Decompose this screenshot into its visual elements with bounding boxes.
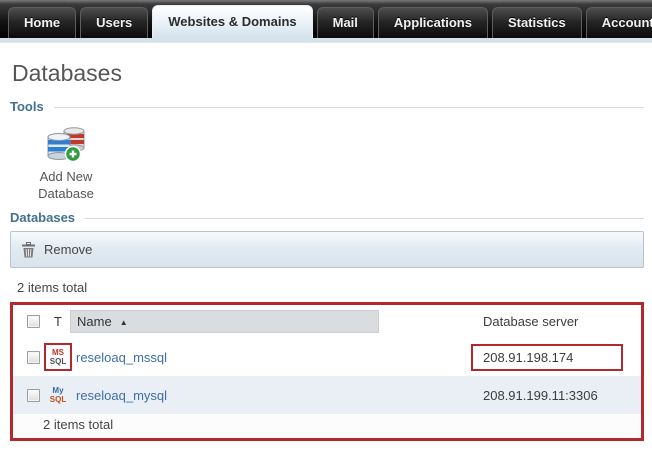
content-area: Databases Tools Add New Database Databas… xyxy=(0,60,652,441)
server-address: 208.91.198.174 xyxy=(483,349,574,365)
annotation-box-mssql-icon: MS SQL xyxy=(43,343,73,371)
page-title: Databases xyxy=(12,60,122,86)
row-checkbox[interactable] xyxy=(27,350,40,364)
add-database-icon xyxy=(47,127,85,163)
table-header-row: T Name ▲ Database server xyxy=(13,305,641,338)
select-all-checkbox[interactable] xyxy=(27,315,40,328)
trash-icon xyxy=(22,241,35,257)
annotation-box-table: T Name ▲ Database server MS SQL reseloaq… xyxy=(10,302,644,441)
tab-account[interactable]: Account xyxy=(585,7,652,38)
nav-bottom-strip xyxy=(0,38,652,43)
tools-section-header: Tools xyxy=(10,99,644,114)
column-header-type[interactable]: T xyxy=(43,314,73,329)
table-row: My SQL reseloaq_mysql 208.91.199.11:3306 xyxy=(13,376,641,414)
databases-section-label: Databases xyxy=(10,210,76,225)
add-database-label-line1: Add New xyxy=(39,169,93,184)
tab-websites-domains[interactable]: Websites & Domains xyxy=(152,5,313,38)
section-divider xyxy=(85,218,644,219)
tab-statistics[interactable]: Statistics xyxy=(491,7,582,38)
row-checkbox[interactable] xyxy=(27,388,40,402)
tab-mail[interactable]: Mail xyxy=(316,7,374,38)
mssql-icon: MS SQL xyxy=(49,348,67,366)
add-database-label-line2: Database xyxy=(38,186,94,201)
mysql-icon: My SQL xyxy=(49,386,67,404)
tab-home[interactable]: Home xyxy=(8,7,77,38)
remove-button[interactable]: Remove xyxy=(21,241,93,258)
column-header-name[interactable]: Name ▲ xyxy=(70,310,379,333)
top-navbar: Home Users Websites & Domains Mail Appli… xyxy=(0,0,652,38)
database-link-mysql[interactable]: reseloaq_mysql xyxy=(76,388,167,403)
list-toolbar: Remove xyxy=(10,231,644,268)
section-divider xyxy=(53,107,644,108)
items-total-top: 2 items total xyxy=(17,280,88,295)
tab-users[interactable]: Users xyxy=(80,7,149,38)
database-link-mssql[interactable]: reseloaq_mssql xyxy=(76,350,167,365)
annotation-box-ip: 208.91.198.174 xyxy=(471,343,623,371)
tab-applications[interactable]: Applications xyxy=(377,7,488,38)
databases-section-header: Databases xyxy=(10,210,644,225)
table-row: MS SQL reseloaq_mssql 208.91.198.174 xyxy=(13,338,641,376)
remove-button-label: Remove xyxy=(44,242,93,257)
column-header-server[interactable]: Database server xyxy=(471,314,578,329)
items-total-bottom: 2 items total xyxy=(13,414,641,438)
tools-section-label: Tools xyxy=(10,99,44,114)
server-address: 208.91.199.11:3306 xyxy=(483,387,598,403)
sort-ascending-icon: ▲ xyxy=(119,318,128,327)
add-new-database-button[interactable]: Add New Database xyxy=(20,126,112,202)
